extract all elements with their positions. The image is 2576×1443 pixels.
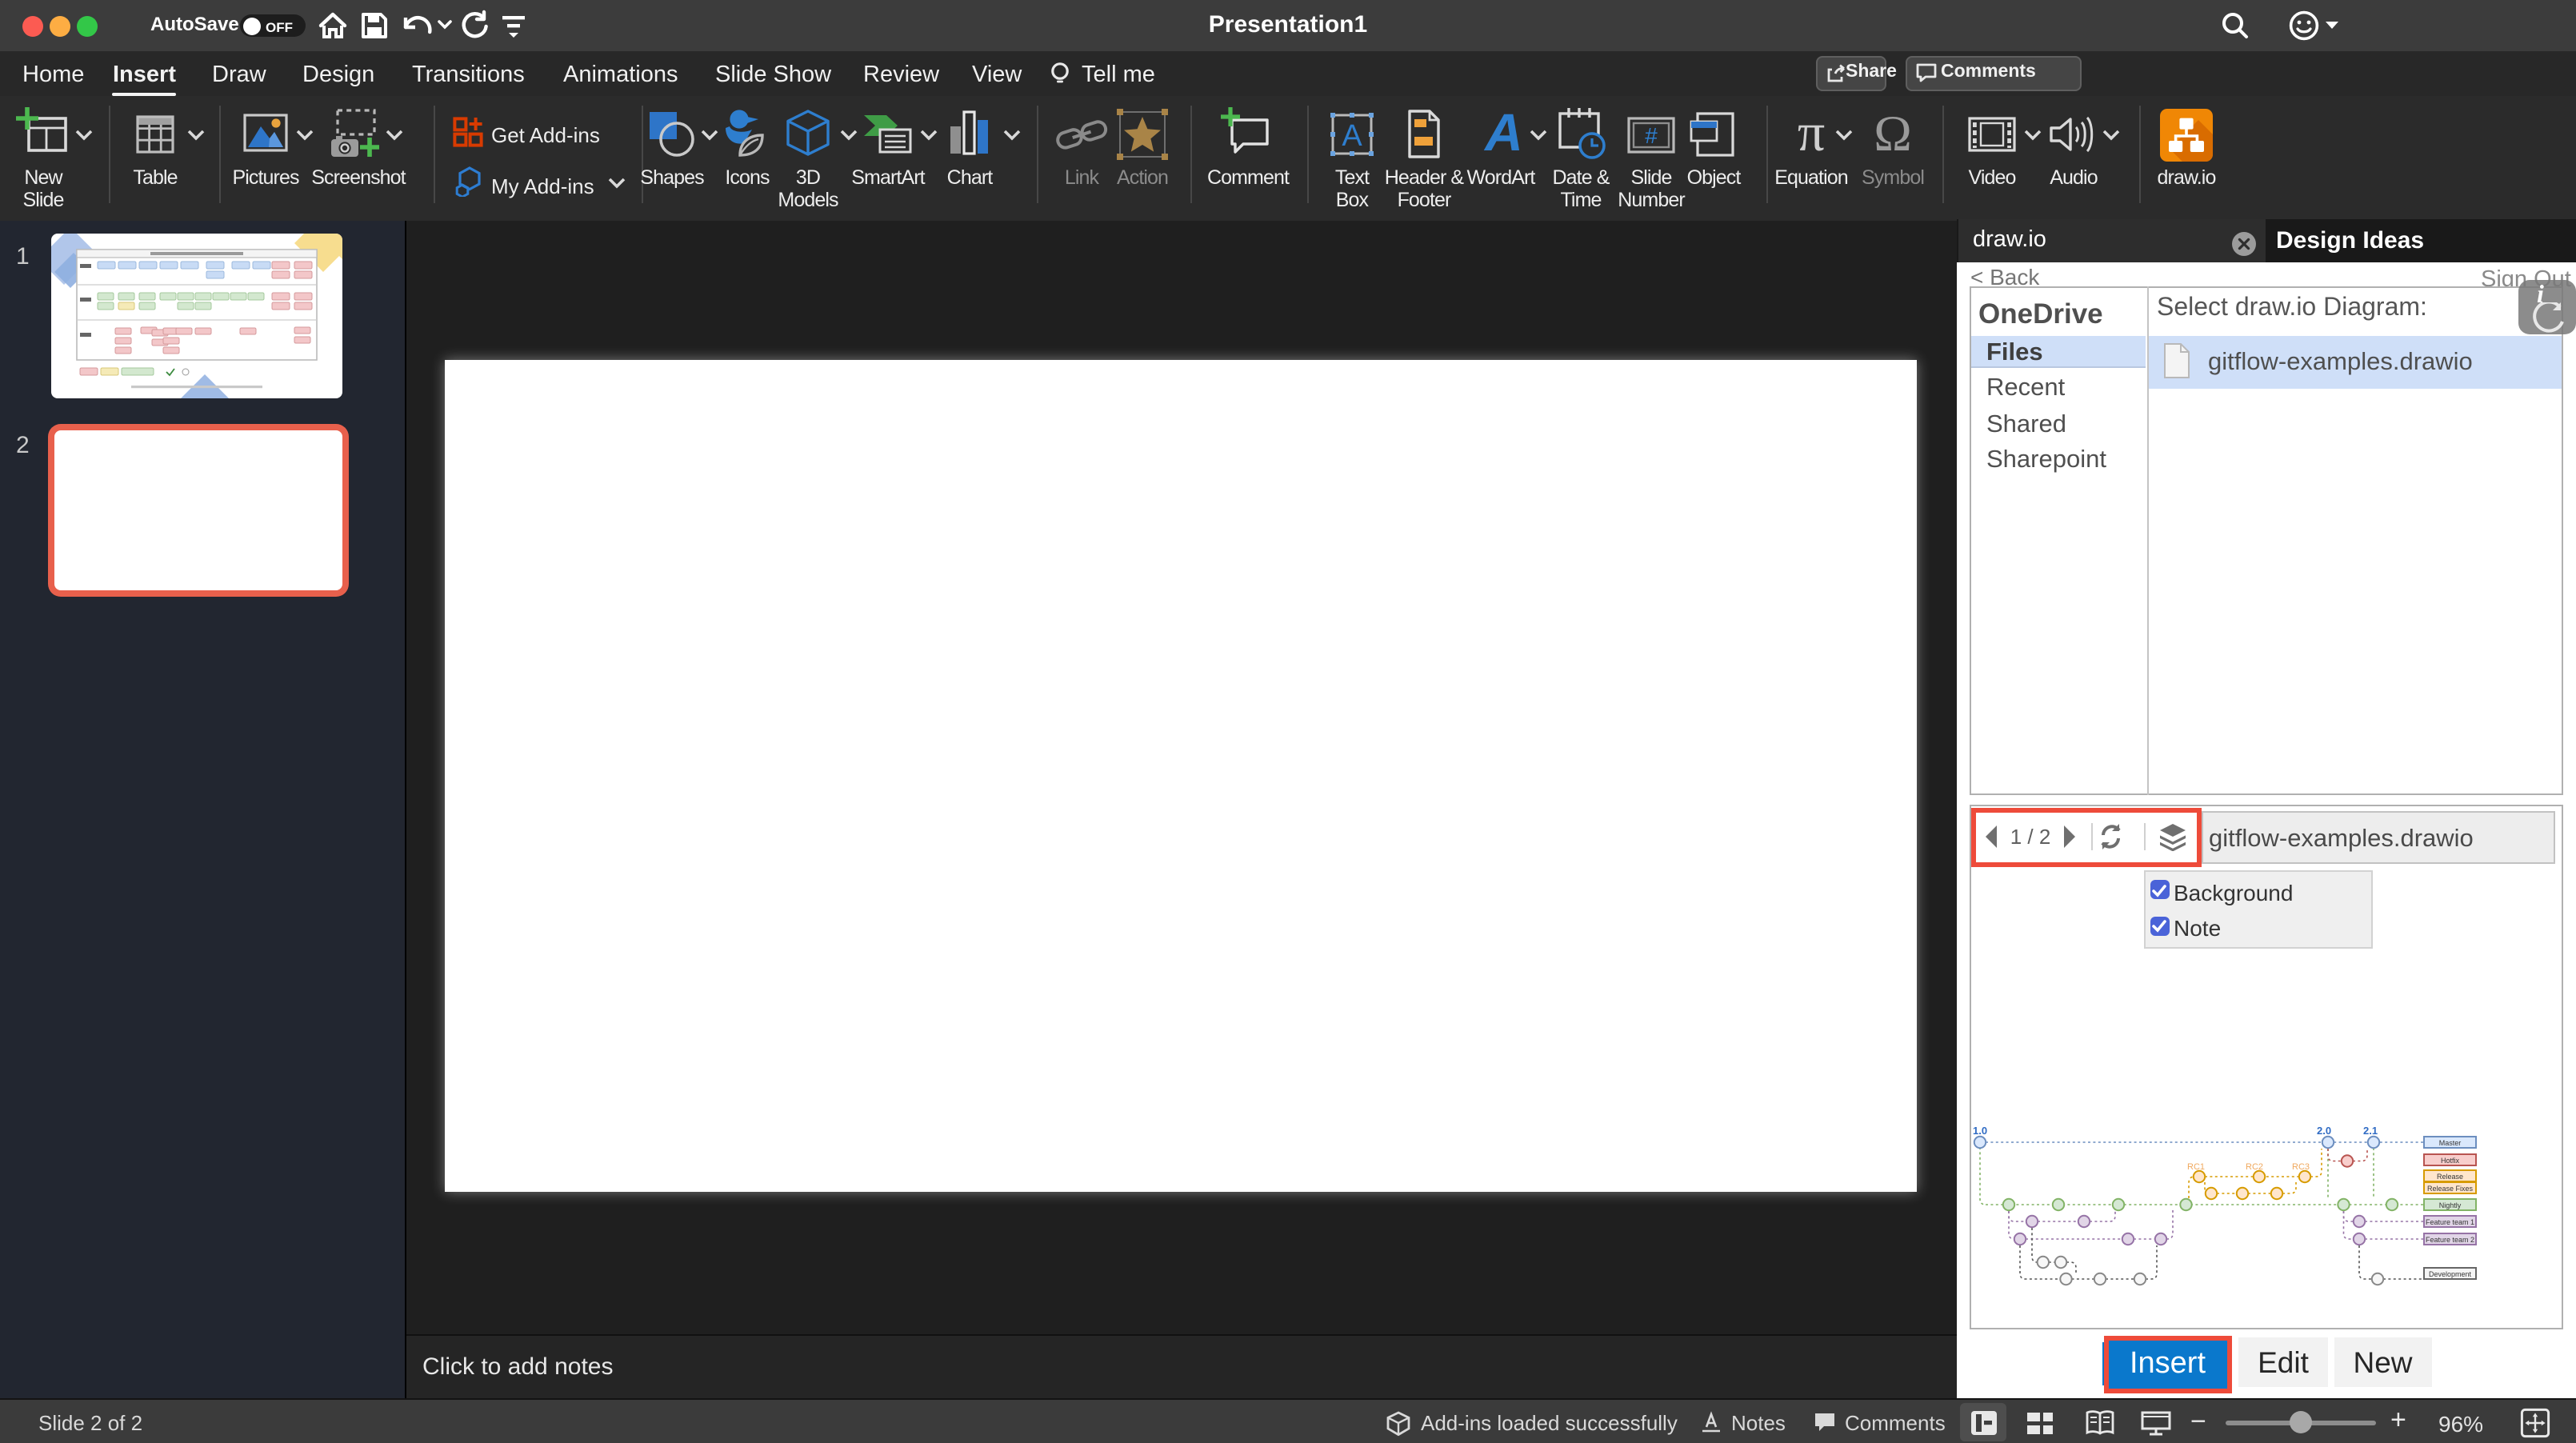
- svg-text:2.0: 2.0: [2316, 1125, 2330, 1137]
- svg-text:A: A: [1342, 119, 1362, 153]
- svg-text:π: π: [1798, 106, 1825, 162]
- svg-text:Feature team 2: Feature team 2: [2425, 1236, 2474, 1244]
- svg-text:Nightly: Nightly: [2438, 1201, 2461, 1209]
- svg-text:1.0: 1.0: [1972, 1125, 1986, 1137]
- svg-text:Ω: Ω: [1874, 106, 1912, 162]
- svg-text:Development: Development: [2428, 1270, 2471, 1278]
- svg-text:RC1: RC1: [2186, 1162, 2204, 1172]
- svg-text:Release: Release: [2436, 1173, 2462, 1181]
- svg-text:2.1: 2.1: [2362, 1125, 2377, 1137]
- svg-text:#: #: [1645, 123, 1658, 148]
- svg-text:Feature team 1: Feature team 1: [2425, 1218, 2474, 1226]
- svg-text:Hotfix: Hotfix: [2440, 1157, 2459, 1165]
- svg-text:RC3: RC3: [2291, 1162, 2309, 1172]
- svg-text:RC2: RC2: [2245, 1162, 2262, 1172]
- svg-text:Master: Master: [2438, 1139, 2461, 1147]
- svg-text:A: A: [1483, 106, 1523, 162]
- svg-text:Release Fixes: Release Fixes: [2426, 1185, 2473, 1193]
